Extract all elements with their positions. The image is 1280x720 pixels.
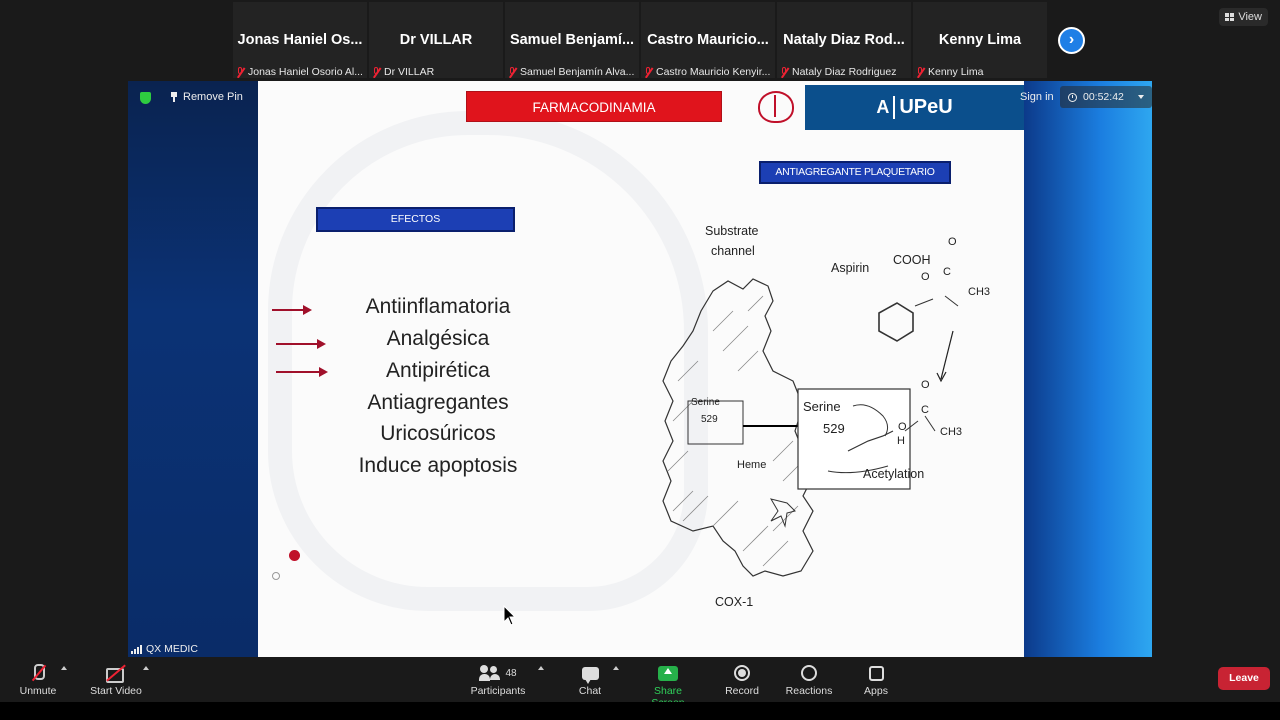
channel-label: channel [711,244,755,258]
apps-button[interactable]: Apps [860,663,892,697]
cooh-label: COOH [893,253,931,267]
signal-icon [131,644,142,654]
cox1-label: COX-1 [715,595,754,609]
start-video-button[interactable]: Start Video [88,663,144,697]
participants-icon [479,665,501,681]
participant-tile[interactable]: Nataly Diaz Rod... Nataly Diaz Rodriguez [777,2,911,78]
participant-tile[interactable]: Dr VILLAR Dr VILLAR [369,2,503,78]
sign-in-link[interactable]: Sign in [1020,91,1054,103]
laser-pointer-dot [289,550,300,561]
participant-display-name: Dr VILLAR [399,32,473,48]
university-logo: A UPeU [805,85,1024,130]
view-button[interactable]: View [1219,8,1268,26]
participant-strip: Jonas Haniel Os... Jonas Haniel Osorio A… [233,2,1047,78]
participant-display-name: Samuel Benjamí... [509,32,635,48]
arrow-right-icon [276,339,326,349]
slide-subtitle: ANTIAGREGANTE PLAQUETARIO [759,161,951,184]
participants-count: 48 [505,667,517,679]
effect-item: Antiagregantes [367,391,509,414]
muted-mic-icon [31,664,45,682]
participant-display-name: Nataly Diaz Rod... [783,32,905,48]
record-icon [734,665,750,681]
participant-name: Dr VILLAR [384,66,435,78]
meeting-toolbar: Unmute Start Video 48 Participants Chat … [0,657,1280,709]
participant-name: Nataly Diaz Rodriguez [792,66,897,78]
section-label: EFECTOS [316,207,515,232]
effect-item: Antiinflamatoria [365,295,511,318]
participant-name: Castro Mauricio Kenyir... [656,66,771,78]
apps-icon [868,665,884,681]
aspirin-label: Aspirin [831,261,870,275]
participant-name: Samuel Benjamín Alva... [520,66,635,78]
video-off-icon [106,666,126,683]
participant-tile[interactable]: Samuel Benjamí... Samuel Benjamín Alva..… [505,2,639,78]
arrow-right-icon [272,305,312,315]
cox1-diagram: Substrate channel Aspirin COOH O O C CH3… [653,224,1013,656]
chevron-right-icon: › [1068,31,1075,48]
participant-display-name: Jonas Haniel Os... [237,32,363,48]
remove-pin-button[interactable]: Remove Pin [170,91,243,103]
reactions-button[interactable]: Reactions [784,663,834,697]
effect-item: Analgésica [386,327,490,350]
effect-item: Induce apoptosis [358,454,518,477]
muted-mic-icon [915,66,926,78]
record-button[interactable]: Record [722,663,762,697]
participant-display-name: Kenny Lima [938,32,1022,48]
next-page-button[interactable]: › [1058,27,1085,54]
effect-item: Antipirética [386,359,490,382]
participants-button[interactable]: 48 Participants [468,663,528,697]
muted-mic-icon [235,66,246,78]
smiley-icon [801,665,817,681]
participant-tile[interactable]: Jonas Haniel Os... Jonas Haniel Osorio A… [233,2,367,78]
shield-icon [140,92,151,104]
mouse-cursor-icon [503,605,517,626]
host-name-label: QX MEDIC [131,643,198,655]
chat-chevron-icon[interactable] [613,666,619,670]
cox1-enzyme-illustration [662,278,959,577]
participant-name: Kenny Lima [928,66,984,78]
view-label: View [1238,11,1262,23]
slide-marker [272,572,280,580]
substrate-label: Substrate [705,224,759,238]
participant-tile[interactable]: Kenny Lima Kenny Lima [913,2,1047,78]
muted-mic-icon [779,66,790,78]
video-options-chevron-icon[interactable] [143,666,149,670]
chat-button[interactable]: Chat [573,663,607,697]
slide-title: FARMACODINAMIA [466,91,722,122]
unmute-button[interactable]: Unmute [18,663,58,697]
recording-timer[interactable]: 00:52:42 [1060,86,1152,108]
muted-mic-icon [507,66,518,78]
chevron-down-icon [1137,95,1144,99]
brain-icon [758,91,794,123]
share-screen-icon [658,665,678,681]
effect-item: Uricosúricos [380,422,496,445]
chat-icon [581,666,599,684]
presentation-slide: FARMACODINAMIA A UPeU ANTIAGREGANTE PLAQ… [258,81,1024,657]
muted-mic-icon [643,66,654,78]
participant-name: Jonas Haniel Osorio Al... [248,66,363,78]
participants-chevron-icon[interactable] [538,666,544,670]
audio-options-chevron-icon[interactable] [61,666,67,670]
leave-button[interactable]: Leave [1218,667,1270,690]
muted-mic-icon [371,66,382,78]
acetylation-label: Acetylation [863,467,925,481]
shared-screen: Remove Pin FARMACODINAMIA A UPeU ANTIAGR… [128,81,1152,657]
pin-icon [170,92,178,102]
heme-label: Heme [737,459,767,471]
clock-icon [1068,92,1077,102]
grid-icon [1225,13,1235,21]
participant-tile[interactable]: Castro Mauricio... Castro Mauricio Kenyi… [641,2,775,78]
participant-display-name: Castro Mauricio... [647,32,769,48]
